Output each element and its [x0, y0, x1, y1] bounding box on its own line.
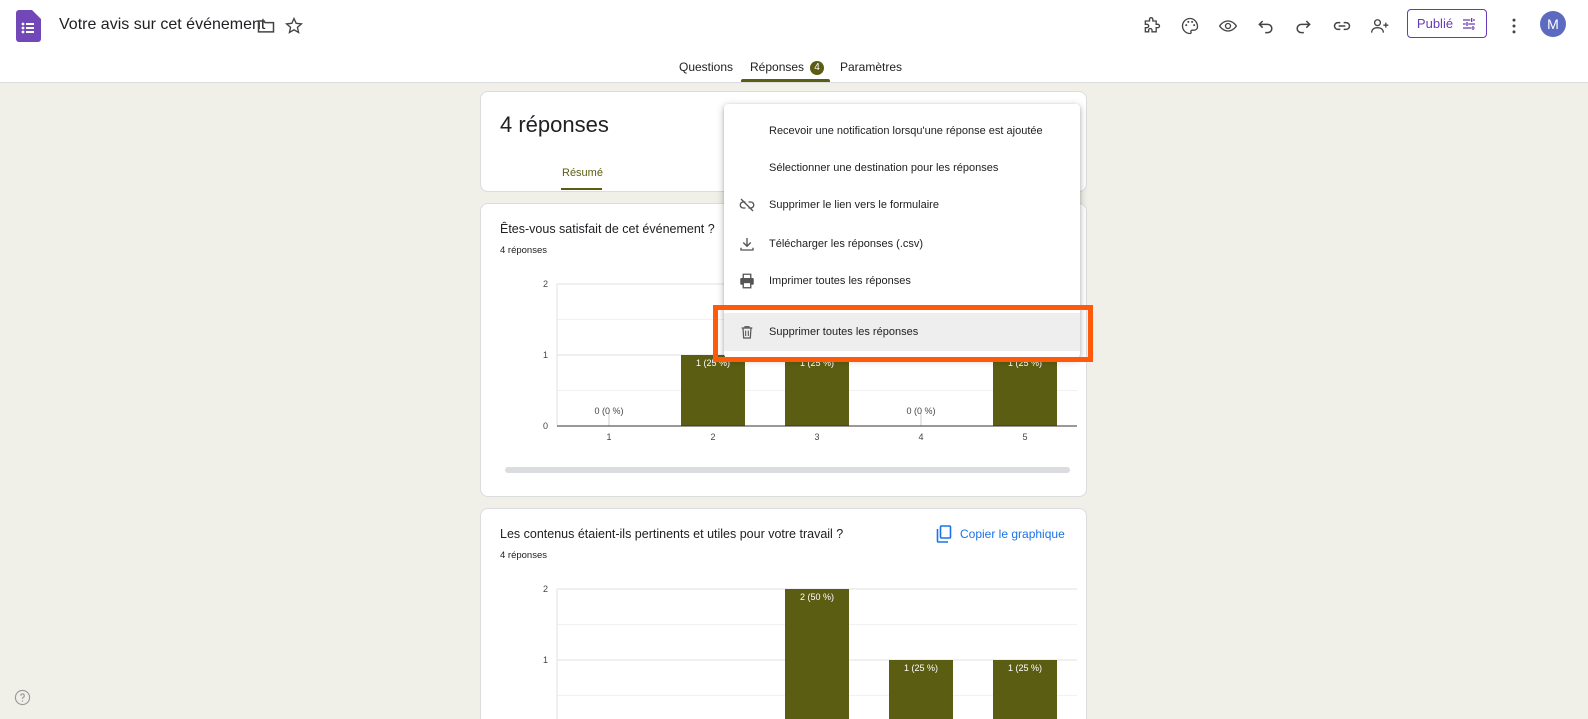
data-label: 2 (50 %): [800, 592, 834, 602]
preview-eye-icon[interactable]: [1217, 15, 1239, 37]
palette-icon[interactable]: [1179, 15, 1201, 37]
print-icon: [737, 271, 757, 291]
y-tick-label: 1: [543, 350, 548, 360]
forms-logo-icon[interactable]: [16, 10, 41, 42]
tab-questions[interactable]: Questions: [679, 60, 733, 74]
publish-label: Publié: [1416, 16, 1454, 31]
question-2-title: Les contenus étaient-ils pertinents et u…: [500, 527, 844, 541]
redo-icon[interactable]: [1292, 15, 1314, 37]
menu-item-download-csv-label: Télécharger les réponses (.csv): [769, 238, 924, 250]
highlight-annotation-box: [713, 305, 1093, 362]
data-label: 0 (0 %): [906, 406, 935, 416]
x-tick-label: 5: [1022, 432, 1027, 442]
data-label: 1 (25 %): [1008, 663, 1042, 673]
menu-item-download-csv[interactable]: Télécharger les réponses (.csv): [724, 225, 1080, 263]
y-tick-label: 2: [543, 279, 548, 289]
question-1-response-count: 4 réponses: [500, 245, 548, 256]
summary-tab-indicator: [561, 188, 602, 190]
more-vert-icon[interactable]: [1503, 15, 1525, 37]
data-label: 1 (25 %): [904, 663, 938, 673]
top-bar: Votre avis sur cet événement Publié M Qu…: [0, 0, 1588, 83]
menu-item-print-all-label: Imprimer toutes les réponses: [769, 275, 911, 287]
bar: [785, 589, 849, 719]
tab-settings[interactable]: Paramètres: [840, 60, 902, 74]
menu-item-notify-label: Recevoir une notification lorsqu'une rép…: [769, 125, 1043, 137]
publish-button[interactable]: Publié: [1407, 9, 1487, 38]
responses-count-title: 4 réponses: [500, 112, 609, 137]
document-title[interactable]: Votre avis sur cet événement: [59, 16, 265, 34]
copy-chart-button[interactable]: Copier le graphique: [936, 525, 1065, 543]
link-icon[interactable]: [1331, 15, 1353, 37]
tab-responses-label: Réponses: [750, 60, 805, 74]
download-icon: [737, 234, 757, 254]
menu-item-print-all[interactable]: Imprimer toutes les réponses: [724, 262, 1080, 300]
link-off-icon: [737, 195, 757, 215]
copy-icon: [936, 525, 952, 543]
active-tab-indicator: [741, 79, 830, 82]
data-label: 0 (0 %): [594, 406, 623, 416]
chart-horizontal-scrollbar[interactable]: [505, 467, 1070, 473]
y-tick-label: 1: [543, 655, 548, 665]
addon-puzzle-icon[interactable]: [1141, 15, 1163, 37]
x-tick-label: 4: [918, 432, 923, 442]
avatar[interactable]: M: [1540, 11, 1566, 37]
x-tick-label: 2: [710, 432, 715, 442]
add-person-icon[interactable]: [1369, 15, 1391, 37]
star-icon[interactable]: [283, 15, 305, 37]
tab-responses[interactable]: Réponses 4: [750, 60, 825, 75]
menu-item-select-destination[interactable]: Sélectionner une destination pour les ré…: [724, 149, 1080, 187]
menu-item-unlink-form-label: Supprimer le lien vers le formulaire: [769, 199, 939, 211]
response-count-badge: 4: [810, 60, 825, 75]
menu-item-notify[interactable]: Recevoir une notification lorsqu'une rép…: [724, 112, 1080, 150]
copy-chart-label: Copier le graphique: [960, 527, 1065, 541]
undo-icon[interactable]: [1255, 15, 1277, 37]
menu-item-select-destination-label: Sélectionner une destination pour les ré…: [769, 162, 999, 174]
question-1-title: Êtes-vous satisfait de cet événement ?: [500, 222, 715, 236]
tune-icon: [1463, 17, 1476, 30]
y-tick-label: 2: [543, 584, 548, 594]
folder-icon[interactable]: [255, 15, 277, 37]
question-2-chart: 1 2 2 (50 %) 1 (25 %) 1 (25 %): [543, 584, 1077, 719]
question-card-2: Les contenus étaient-ils pertinents et u…: [480, 508, 1087, 719]
x-tick-label: 3: [814, 432, 819, 442]
x-tick-label: 1: [606, 432, 611, 442]
menu-item-unlink-form[interactable]: Supprimer le lien vers le formulaire: [724, 186, 1080, 224]
question-2-response-count: 4 réponses: [500, 550, 548, 561]
help-icon[interactable]: [14, 689, 31, 706]
y-tick-label: 0: [543, 421, 548, 431]
tab-summary[interactable]: Résumé: [562, 167, 603, 179]
